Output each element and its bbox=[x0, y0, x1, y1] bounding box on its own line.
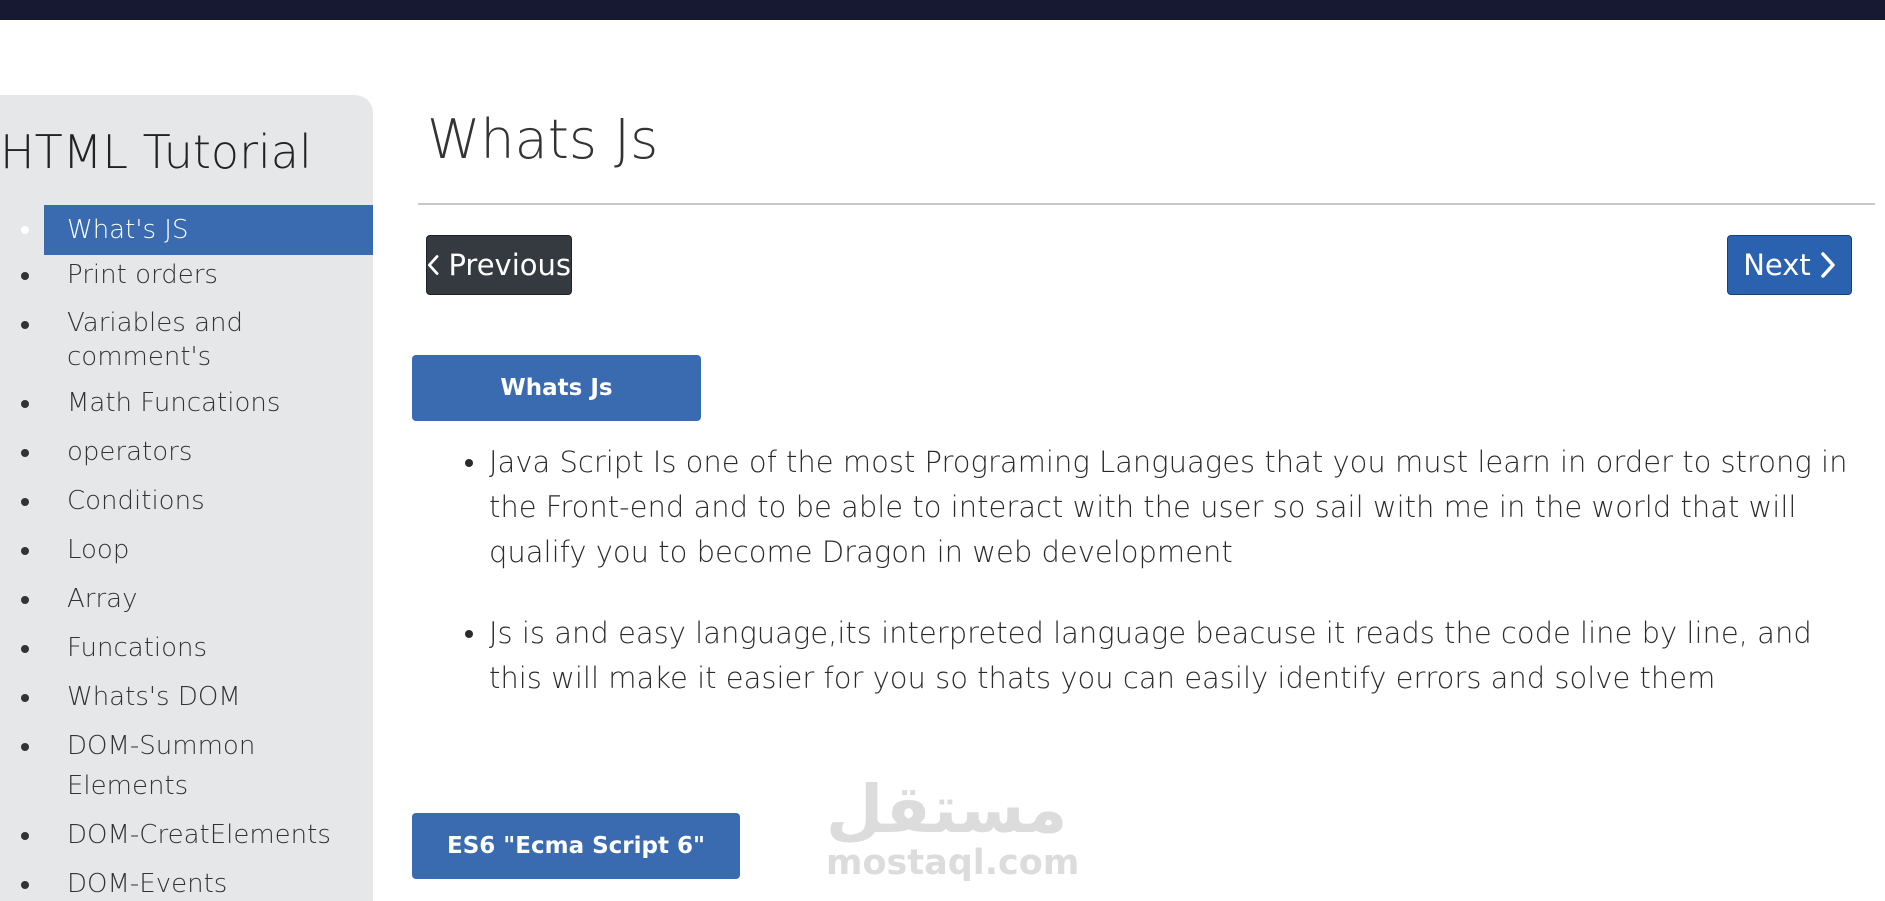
sidebar-item-array[interactable]: Array bbox=[0, 579, 373, 619]
sidebar-item-funcations[interactable]: Funcations bbox=[0, 628, 373, 668]
page-title: Whats Js bbox=[427, 108, 659, 171]
section-es6-button[interactable]: ES6 "Ecma Script 6" bbox=[412, 813, 740, 879]
chevron-right-icon bbox=[1821, 252, 1835, 278]
next-button[interactable]: Next bbox=[1727, 235, 1852, 295]
title-divider bbox=[418, 203, 1875, 205]
sidebar-item-dom-summon[interactable]: DOM-Summon Elements bbox=[0, 726, 277, 806]
list-item: Js is and easy language,its interpreted … bbox=[465, 611, 1854, 701]
sidebar-item-variables[interactable]: Variables and comment's bbox=[0, 304, 297, 374]
sidebar-item-operators[interactable]: operators bbox=[0, 432, 373, 472]
sidebar-item-loop[interactable]: Loop bbox=[0, 530, 373, 570]
content-list: Java Script Is one of the most Programin… bbox=[465, 440, 1878, 737]
sidebar-item-dom-events[interactable]: DOM-Events bbox=[0, 864, 373, 901]
sidebar-title: HTML Tutorial bbox=[0, 125, 312, 179]
watermark: مستقل mostaql.com bbox=[826, 771, 1080, 883]
watermark-arabic: مستقل bbox=[826, 771, 1068, 848]
sidebar: HTML Tutorial What's JS Print orders Var… bbox=[0, 95, 373, 901]
next-label: Next bbox=[1743, 248, 1811, 282]
watermark-domain: mostaql.com bbox=[826, 843, 1080, 883]
sidebar-item-math-funcations[interactable]: Math Funcations bbox=[0, 383, 373, 423]
list-item: Java Script Is one of the most Programin… bbox=[465, 440, 1878, 575]
top-navbar bbox=[0, 0, 1885, 20]
sidebar-item-conditions[interactable]: Conditions bbox=[0, 481, 373, 521]
sidebar-item-dom-createlements[interactable]: DOM-CreatElements bbox=[0, 815, 373, 855]
sidebar-item-print-orders[interactable]: Print orders bbox=[0, 255, 373, 295]
previous-label: Previous bbox=[448, 248, 571, 282]
chevron-left-icon bbox=[427, 255, 439, 275]
sidebar-item-whats-dom[interactable]: Whats's DOM bbox=[0, 677, 373, 717]
section-whats-js-button[interactable]: Whats Js bbox=[412, 355, 701, 421]
sidebar-nav: What's JS Print orders Variables and com… bbox=[0, 205, 373, 901]
sidebar-item-whats-js[interactable]: What's JS bbox=[21, 205, 373, 255]
previous-button[interactable]: Previous bbox=[426, 235, 572, 295]
